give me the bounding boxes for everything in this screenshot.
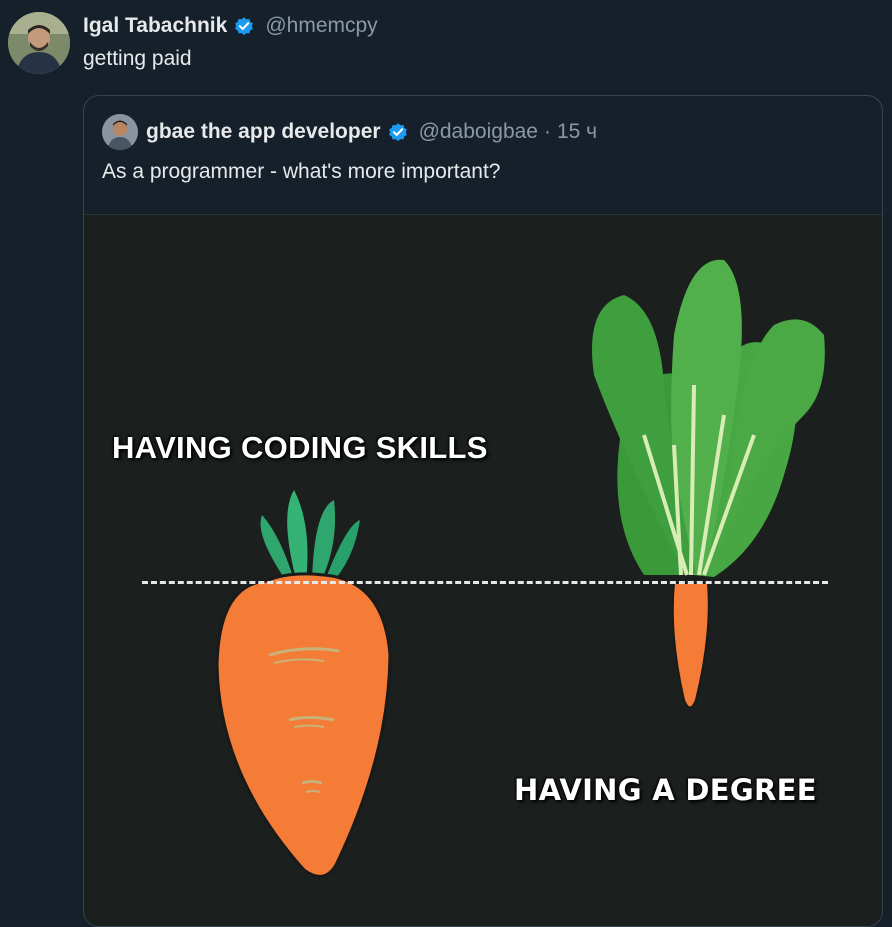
tweet-text: getting paid	[83, 47, 192, 70]
author-handle[interactable]: @hmemcpy	[265, 14, 377, 38]
quote-text: As a programmer - what's more important?	[102, 160, 501, 183]
tweet-header: Igal Tabachnik @hmemcpy	[83, 14, 378, 38]
quote-author-handle[interactable]: @daboigbae	[419, 120, 538, 144]
ground-line	[142, 581, 828, 584]
quote-media-image[interactable]: HAVING CODING SKILLS HAVING A DEGREE	[84, 214, 882, 926]
quote-avatar[interactable]	[102, 114, 138, 150]
author-name[interactable]: Igal Tabachnik	[83, 14, 227, 38]
small-carrot-icon	[671, 582, 710, 709]
quote-header: gbae the app developer @daboigbae · 15 ч	[102, 114, 597, 150]
meme-illustration	[215, 259, 825, 878]
user-photo-icon	[8, 12, 70, 74]
label-degree: HAVING A DEGREE	[514, 773, 817, 807]
verified-badge-icon	[388, 123, 407, 142]
quote-timestamp[interactable]: 15 ч	[557, 120, 597, 144]
spinach-leaves-icon	[592, 259, 825, 577]
avatar[interactable]	[8, 12, 70, 74]
separator-dot: ·	[543, 120, 551, 143]
quoted-tweet[interactable]: gbae the app developer @daboigbae · 15 ч…	[83, 95, 883, 927]
label-coding-skills: HAVING CODING SKILLS	[112, 430, 488, 465]
user-photo-icon	[102, 114, 138, 150]
carrot-leaves-icon	[260, 490, 360, 585]
tweet[interactable]: Igal Tabachnik @hmemcpy getting paid gba…	[0, 0, 892, 927]
quote-author-name[interactable]: gbae the app developer	[146, 120, 381, 144]
verified-badge-icon	[235, 17, 254, 36]
